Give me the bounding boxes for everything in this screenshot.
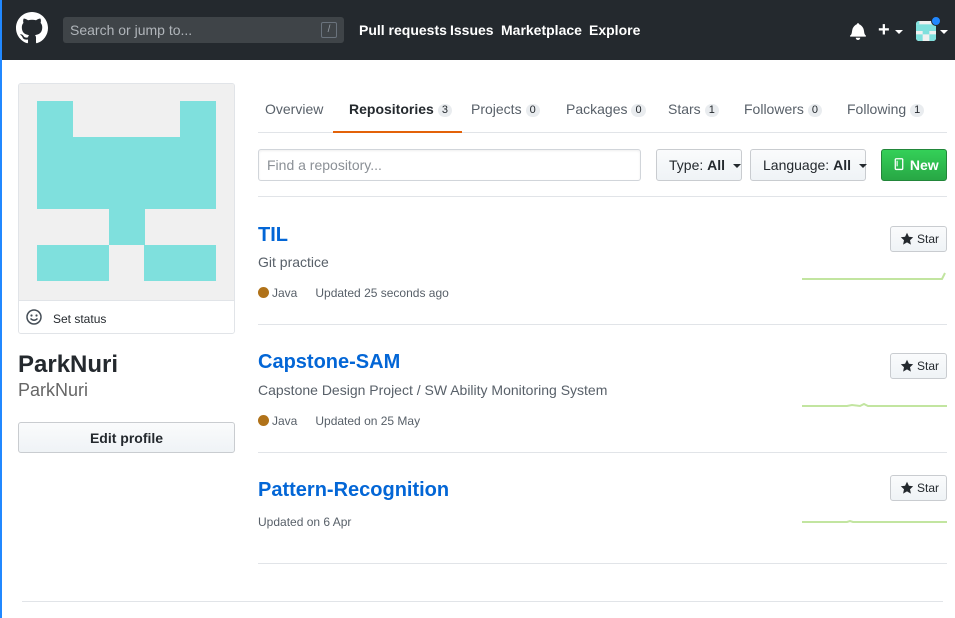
star-icon [900,481,914,494]
star-label: Star [917,359,940,373]
edit-profile-button[interactable]: Edit profile [18,422,235,453]
notification-dot [931,16,941,26]
language-filter-dropdown[interactable]: Language: All [750,149,867,181]
tab-label: Stars [668,101,701,117]
profile-fullname: ParkNuri [18,351,119,378]
tab-label: Projects [471,101,522,117]
find-repository-input[interactable] [258,149,641,181]
repo-language: Java [272,286,298,300]
set-status-label: Set status [53,312,107,326]
star-icon [900,359,914,372]
language-filter-label: Language: [763,157,830,173]
tab-stars[interactable]: Stars 1 [668,84,719,133]
tab-label: Overview [265,101,324,117]
search-shortcut-key: / [321,22,337,38]
profile-avatar-card: Set status [18,83,235,334]
profile-avatar[interactable] [19,84,234,300]
tab-counter: 0 [807,104,823,117]
repo-description: Capstone Design Project / SW Ability Mon… [258,382,608,398]
repo-updated: Updated on 25 May [315,414,421,428]
repo-description: Git practice [258,254,329,270]
global-search-input[interactable] [63,17,344,43]
tab-counter: 0 [525,104,540,117]
bell-icon[interactable] [850,22,866,40]
type-filter-dropdown[interactable]: Type: All [656,149,742,181]
nav-marketplace[interactable]: Marketplace [501,22,582,38]
tab-counter: 0 [631,104,646,117]
top-header: / Pull requests Issues Marketplace Explo… [2,0,955,60]
create-new-plus-icon[interactable]: + [878,20,890,40]
repo-updated: Updated 25 seconds ago [315,286,449,300]
language-color-dot [258,415,269,426]
footer-divider [22,601,943,602]
chevron-down-icon [858,164,867,168]
tab-following[interactable]: Following 1 [847,84,925,133]
star-button[interactable]: Star [890,475,947,501]
tab-overview[interactable]: Overview [265,84,323,133]
nav-pull-requests[interactable]: Pull requests [359,22,447,38]
star-button[interactable]: Star [890,226,947,252]
avatar-menu-caret-icon[interactable] [940,30,948,34]
tab-label: Packages [566,101,628,117]
type-filter-value: All [707,157,726,173]
tab-counter: 3 [437,104,452,117]
create-menu-caret-icon[interactable] [895,30,903,34]
star-button[interactable]: Star [890,353,947,379]
new-repository-button[interactable]: New [881,149,947,181]
smiley-icon [26,309,42,325]
activity-sparkline [802,272,946,280]
activity-sparkline [802,402,947,408]
star-label: Star [917,481,940,495]
tab-projects[interactable]: Projects 0 [471,84,540,133]
repo-icon [894,158,904,171]
repo-list-item: Pattern-Recognition Updated on 6 Apr Sta… [258,453,947,564]
language-color-dot [258,287,269,298]
activity-sparkline [802,519,947,523]
repo-updated: Updated on 6 Apr [258,515,352,529]
chevron-down-icon [732,164,741,168]
star-label: Star [917,232,940,246]
repo-meta: Java Updated on 25 May [258,414,420,428]
tab-packages[interactable]: Packages 0 [566,84,646,133]
repo-list-item: Capstone-SAM Capstone Design Project / S… [258,325,947,453]
tab-repositories[interactable]: Repositories 3 [333,84,462,133]
repo-meta: Updated on 6 Apr [258,515,351,529]
repo-name-link[interactable]: Pattern-Recognition [258,479,449,502]
language-filter-value: All [833,157,851,173]
new-button-label: New [909,157,939,173]
nav-issues[interactable]: Issues [450,22,494,38]
nav-explore[interactable]: Explore [589,22,640,38]
tab-label: Repositories [349,101,434,117]
global-search[interactable]: / [63,17,344,43]
set-status-button[interactable]: Set status [19,300,234,333]
tab-label: Followers [744,101,804,117]
github-logo-icon[interactable] [16,12,48,44]
repo-list-item: TIL Git practice Java Updated 25 seconds … [258,197,947,325]
repo-name-link[interactable]: Capstone-SAM [258,351,400,374]
star-icon [900,232,914,245]
repo-name-link[interactable]: TIL [258,224,288,247]
type-filter-label: Type: [669,157,704,173]
tab-label: Following [847,101,907,117]
repo-meta: Java Updated 25 seconds ago [258,286,449,300]
repo-language: Java [272,414,298,428]
profile-tabs: Overview Repositories 3 Projects 0 Package… [258,84,947,133]
tab-counter: 1 [910,104,925,117]
tab-followers[interactable]: Followers 0 [744,84,823,133]
tab-counter: 1 [704,104,719,117]
profile-username: ParkNuri [18,380,89,400]
